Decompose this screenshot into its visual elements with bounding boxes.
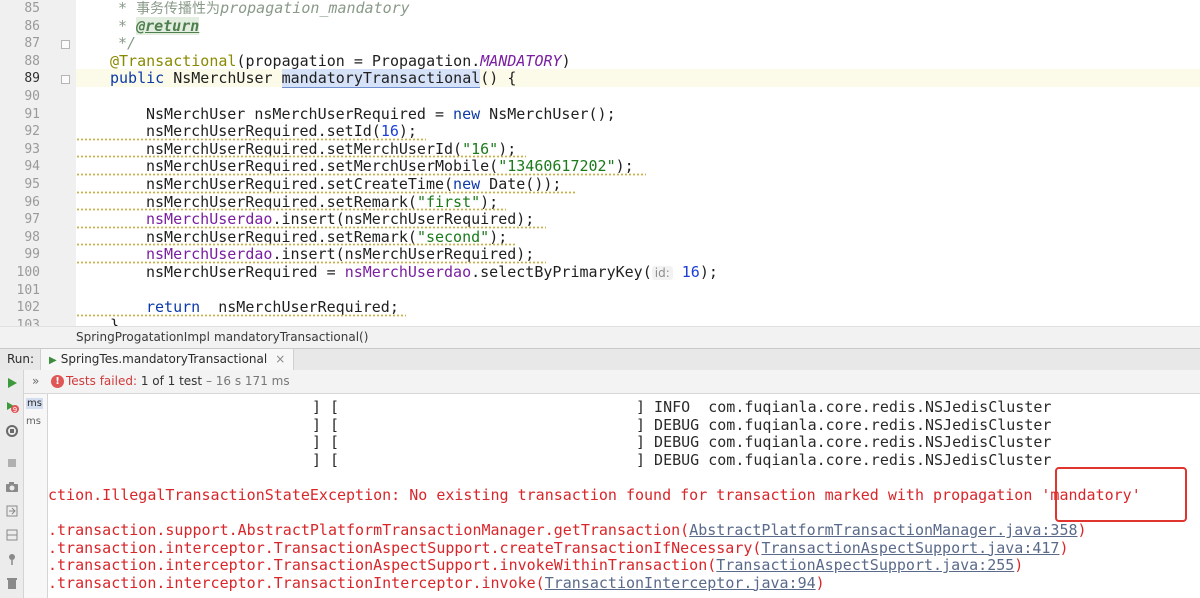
source-link[interactable]: TransactionAspectSupport.java:417 — [761, 539, 1059, 557]
pin-icon[interactable] — [5, 552, 19, 566]
warning-underline — [76, 208, 506, 211]
test-failed-icon: ! — [51, 375, 64, 388]
line-number: 92 — [24, 124, 40, 140]
rerun-failed-tests-icon[interactable]: 9 — [5, 400, 19, 414]
run-tool-window-header: Run: ▶ SpringTes.mandatoryTransactional × — [0, 348, 1200, 371]
breadcrumb: SpringProgatationImpl › mandatoryTransac… — [0, 326, 1200, 348]
line-number: 91 — [24, 106, 40, 122]
method-name-highlight: mandatoryTransactional — [281, 69, 481, 89]
stack-frame: .transaction.interceptor.TransactionInte… — [48, 573, 825, 592]
breadcrumb-method[interactable]: mandatoryTransactional() — [214, 330, 368, 344]
line-number: 102 — [16, 300, 40, 316]
trash-icon[interactable] — [5, 576, 19, 590]
line-number: 85 — [24, 1, 40, 16]
warning-underline — [76, 243, 516, 246]
warning-underline — [76, 191, 576, 194]
test-tree-item[interactable]: ms — [26, 416, 41, 427]
line-number: 96 — [24, 194, 40, 210]
source-link[interactable]: AbstractPlatformTransactionManager.java:… — [689, 521, 1077, 539]
breadcrumb-separator: › — [202, 330, 207, 344]
line-number: 103 — [16, 317, 40, 326]
code-line-89[interactable]: public NsMerchUser mandatoryTransactiona… — [110, 69, 516, 89]
line-number: 87 — [24, 36, 40, 52]
code-line-86[interactable]: * @return — [118, 16, 200, 36]
line-number-gutter[interactable]: 85 86 87 88 89 90 91 92 93 94 95 96 97 9… — [0, 0, 76, 326]
camera-icon[interactable] — [5, 480, 19, 494]
stack-frame: .transaction.interceptor.TransactionAspe… — [48, 538, 1069, 557]
run-config-icon: ▶ — [49, 355, 57, 366]
code-line-100[interactable]: nsMerchUserRequired = nsMerchUserdao.sel… — [146, 263, 718, 282]
parameter-hint: id: — [651, 266, 673, 280]
warning-underline — [76, 261, 546, 264]
run-label: Run: — [7, 352, 35, 366]
line-number: 94 — [24, 159, 40, 175]
expand-chevron-icon[interactable]: » — [32, 374, 39, 388]
warning-underline — [76, 314, 406, 317]
run-toolbar: 9 — [0, 370, 24, 598]
line-number: 101 — [16, 282, 40, 298]
close-icon[interactable]: × — [275, 352, 285, 366]
warning-underline — [76, 173, 646, 176]
line-number: 98 — [24, 229, 40, 245]
code-line-85[interactable]: * 事务传播性为propagation_mandatory — [118, 0, 410, 18]
fold-toggle-icon[interactable] — [61, 75, 70, 84]
tab-title: SpringTes.mandatoryTransactional — [60, 352, 268, 366]
warning-underline — [76, 138, 426, 141]
test-tree-item[interactable]: ms — [26, 398, 43, 409]
toggle-auto-test-icon[interactable] — [5, 424, 19, 438]
line-number: 95 — [24, 177, 40, 192]
breadcrumb-class[interactable]: SpringProgatationImpl — [76, 330, 210, 344]
line-number: 86 — [24, 18, 40, 34]
console-output[interactable]: ] [] INFO com.fuqianla.core.redis.NSJedi… — [48, 394, 1200, 598]
line-number: 88 — [24, 53, 40, 69]
code-line-103[interactable]: } — [110, 316, 119, 326]
line-number: 93 — [24, 141, 40, 157]
code-line-88[interactable]: @Transactional(propagation = Propagation… — [110, 51, 571, 71]
stack-frame: .transaction.support.AbstractPlatformTra… — [48, 521, 1087, 539]
source-link[interactable]: TransactionInterceptor.java:94 — [545, 574, 816, 592]
warning-underline — [76, 155, 526, 158]
rerun-icon[interactable] — [5, 376, 19, 390]
run-config-tab[interactable]: ▶ SpringTes.mandatoryTransactional × — [40, 349, 295, 371]
annotation: @Transactional — [110, 51, 237, 70]
javadoc-tag: @return — [136, 16, 200, 35]
svg-text:9: 9 — [13, 406, 17, 414]
fold-toggle-icon[interactable] — [61, 40, 70, 49]
import-icon[interactable] — [5, 504, 19, 518]
stop-icon[interactable] — [5, 456, 19, 470]
line-number: 97 — [24, 212, 40, 228]
line-number-current: 89 — [24, 71, 40, 87]
test-status-text: Tests failed: 1 of 1 test – 16 s 171 ms — [66, 374, 290, 388]
warning-underline — [76, 226, 546, 229]
test-results-tree[interactable]: ms ms — [24, 394, 48, 598]
highlight-annotation-box — [1055, 467, 1187, 522]
layout-icon[interactable] — [5, 528, 19, 542]
code-line-87[interactable]: */ — [118, 35, 136, 53]
line-number: 90 — [24, 89, 40, 104]
test-status-bar: » ! Tests failed: 1 of 1 test – 16 s 171… — [24, 370, 1200, 394]
code-editor[interactable]: 85 86 87 88 89 90 91 92 93 94 95 96 97 9… — [0, 0, 1200, 326]
exception-message: ction.IllegalTransactionStateException: … — [48, 486, 1141, 504]
source-link[interactable]: TransactionAspectSupport.java:255 — [716, 556, 1014, 574]
line-number: 100 — [16, 265, 40, 280]
stack-frame: .transaction.interceptor.TransactionAspe… — [48, 556, 1024, 575]
line-number: 99 — [24, 247, 40, 263]
code-line-91[interactable]: NsMerchUser nsMerchUserRequired = new Ns… — [146, 105, 616, 124]
